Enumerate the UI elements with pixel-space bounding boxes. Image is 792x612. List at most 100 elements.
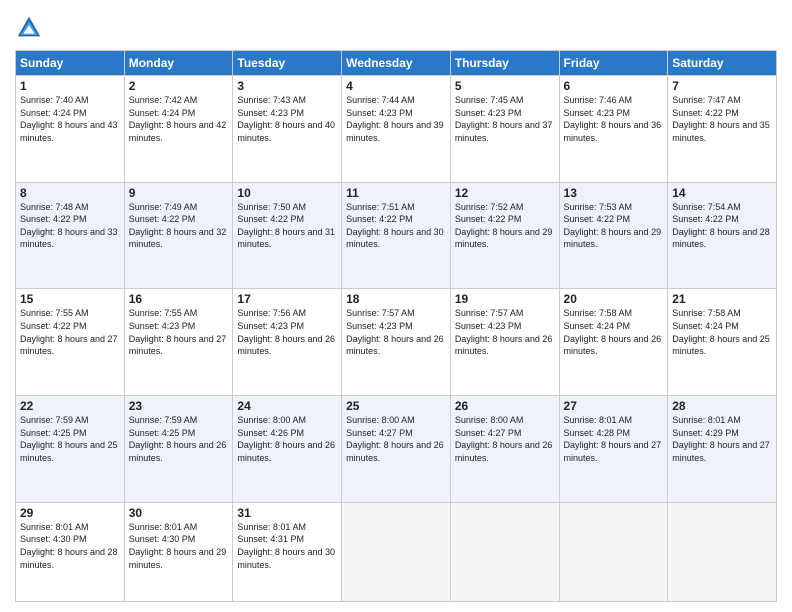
calendar-cell: 28Sunrise: 8:01 AMSunset: 4:29 PMDayligh… <box>668 396 777 503</box>
calendar-week-row: 22Sunrise: 7:59 AMSunset: 4:25 PMDayligh… <box>16 396 777 503</box>
day-number: 5 <box>455 79 555 93</box>
day-detail: Sunrise: 7:53 AMSunset: 4:22 PMDaylight:… <box>564 201 664 251</box>
day-number: 8 <box>20 186 120 200</box>
calendar-cell: 29Sunrise: 8:01 AMSunset: 4:30 PMDayligh… <box>16 502 125 601</box>
calendar-header-tuesday: Tuesday <box>233 51 342 76</box>
day-detail: Sunrise: 7:42 AMSunset: 4:24 PMDaylight:… <box>129 94 229 144</box>
day-number: 9 <box>129 186 229 200</box>
calendar-cell: 9Sunrise: 7:49 AMSunset: 4:22 PMDaylight… <box>124 182 233 289</box>
calendar-cell: 27Sunrise: 8:01 AMSunset: 4:28 PMDayligh… <box>559 396 668 503</box>
calendar-header-monday: Monday <box>124 51 233 76</box>
day-detail: Sunrise: 8:00 AMSunset: 4:26 PMDaylight:… <box>237 414 337 464</box>
day-detail: Sunrise: 8:01 AMSunset: 4:31 PMDaylight:… <box>237 521 337 571</box>
day-detail: Sunrise: 7:59 AMSunset: 4:25 PMDaylight:… <box>20 414 120 464</box>
page: SundayMondayTuesdayWednesdayThursdayFrid… <box>0 0 792 612</box>
calendar-cell: 11Sunrise: 7:51 AMSunset: 4:22 PMDayligh… <box>342 182 451 289</box>
day-number: 13 <box>564 186 664 200</box>
calendar-cell: 5Sunrise: 7:45 AMSunset: 4:23 PMDaylight… <box>450 76 559 183</box>
calendar-cell <box>342 502 451 601</box>
day-detail: Sunrise: 8:00 AMSunset: 4:27 PMDaylight:… <box>346 414 446 464</box>
calendar-cell <box>668 502 777 601</box>
calendar-header-wednesday: Wednesday <box>342 51 451 76</box>
day-number: 3 <box>237 79 337 93</box>
calendar-cell: 13Sunrise: 7:53 AMSunset: 4:22 PMDayligh… <box>559 182 668 289</box>
calendar-cell: 8Sunrise: 7:48 AMSunset: 4:22 PMDaylight… <box>16 182 125 289</box>
calendar-cell: 20Sunrise: 7:58 AMSunset: 4:24 PMDayligh… <box>559 289 668 396</box>
calendar-week-row: 15Sunrise: 7:55 AMSunset: 4:22 PMDayligh… <box>16 289 777 396</box>
day-number: 21 <box>672 292 772 306</box>
calendar-cell: 24Sunrise: 8:00 AMSunset: 4:26 PMDayligh… <box>233 396 342 503</box>
calendar-cell: 6Sunrise: 7:46 AMSunset: 4:23 PMDaylight… <box>559 76 668 183</box>
day-detail: Sunrise: 7:57 AMSunset: 4:23 PMDaylight:… <box>346 307 446 357</box>
day-detail: Sunrise: 7:46 AMSunset: 4:23 PMDaylight:… <box>564 94 664 144</box>
calendar-cell: 30Sunrise: 8:01 AMSunset: 4:30 PMDayligh… <box>124 502 233 601</box>
day-detail: Sunrise: 7:59 AMSunset: 4:25 PMDaylight:… <box>129 414 229 464</box>
calendar-week-row: 29Sunrise: 8:01 AMSunset: 4:30 PMDayligh… <box>16 502 777 601</box>
calendar-cell: 23Sunrise: 7:59 AMSunset: 4:25 PMDayligh… <box>124 396 233 503</box>
day-detail: Sunrise: 7:50 AMSunset: 4:22 PMDaylight:… <box>237 201 337 251</box>
day-detail: Sunrise: 7:44 AMSunset: 4:23 PMDaylight:… <box>346 94 446 144</box>
day-number: 1 <box>20 79 120 93</box>
logo-icon <box>15 14 43 42</box>
day-detail: Sunrise: 7:54 AMSunset: 4:22 PMDaylight:… <box>672 201 772 251</box>
calendar-cell: 22Sunrise: 7:59 AMSunset: 4:25 PMDayligh… <box>16 396 125 503</box>
calendar-header-friday: Friday <box>559 51 668 76</box>
header <box>15 10 777 42</box>
calendar-cell: 4Sunrise: 7:44 AMSunset: 4:23 PMDaylight… <box>342 76 451 183</box>
calendar-cell: 2Sunrise: 7:42 AMSunset: 4:24 PMDaylight… <box>124 76 233 183</box>
calendar-cell: 12Sunrise: 7:52 AMSunset: 4:22 PMDayligh… <box>450 182 559 289</box>
day-number: 17 <box>237 292 337 306</box>
calendar-table: SundayMondayTuesdayWednesdayThursdayFrid… <box>15 50 777 602</box>
day-detail: Sunrise: 7:56 AMSunset: 4:23 PMDaylight:… <box>237 307 337 357</box>
day-detail: Sunrise: 7:51 AMSunset: 4:22 PMDaylight:… <box>346 201 446 251</box>
calendar-cell: 26Sunrise: 8:00 AMSunset: 4:27 PMDayligh… <box>450 396 559 503</box>
day-detail: Sunrise: 7:58 AMSunset: 4:24 PMDaylight:… <box>672 307 772 357</box>
calendar-header-row: SundayMondayTuesdayWednesdayThursdayFrid… <box>16 51 777 76</box>
calendar-cell: 3Sunrise: 7:43 AMSunset: 4:23 PMDaylight… <box>233 76 342 183</box>
day-detail: Sunrise: 8:01 AMSunset: 4:29 PMDaylight:… <box>672 414 772 464</box>
day-number: 19 <box>455 292 555 306</box>
day-number: 30 <box>129 506 229 520</box>
day-detail: Sunrise: 8:01 AMSunset: 4:28 PMDaylight:… <box>564 414 664 464</box>
calendar-header-thursday: Thursday <box>450 51 559 76</box>
day-number: 29 <box>20 506 120 520</box>
calendar-cell: 1Sunrise: 7:40 AMSunset: 4:24 PMDaylight… <box>16 76 125 183</box>
day-number: 4 <box>346 79 446 93</box>
day-number: 24 <box>237 399 337 413</box>
calendar-cell: 19Sunrise: 7:57 AMSunset: 4:23 PMDayligh… <box>450 289 559 396</box>
day-number: 28 <box>672 399 772 413</box>
day-detail: Sunrise: 7:57 AMSunset: 4:23 PMDaylight:… <box>455 307 555 357</box>
calendar-cell: 16Sunrise: 7:55 AMSunset: 4:23 PMDayligh… <box>124 289 233 396</box>
day-detail: Sunrise: 8:01 AMSunset: 4:30 PMDaylight:… <box>129 521 229 571</box>
day-number: 12 <box>455 186 555 200</box>
day-detail: Sunrise: 8:01 AMSunset: 4:30 PMDaylight:… <box>20 521 120 571</box>
day-number: 18 <box>346 292 446 306</box>
day-number: 6 <box>564 79 664 93</box>
day-detail: Sunrise: 7:55 AMSunset: 4:23 PMDaylight:… <box>129 307 229 357</box>
day-number: 11 <box>346 186 446 200</box>
calendar-cell: 21Sunrise: 7:58 AMSunset: 4:24 PMDayligh… <box>668 289 777 396</box>
day-number: 22 <box>20 399 120 413</box>
day-detail: Sunrise: 8:00 AMSunset: 4:27 PMDaylight:… <box>455 414 555 464</box>
calendar-cell: 25Sunrise: 8:00 AMSunset: 4:27 PMDayligh… <box>342 396 451 503</box>
day-detail: Sunrise: 7:40 AMSunset: 4:24 PMDaylight:… <box>20 94 120 144</box>
calendar-cell: 17Sunrise: 7:56 AMSunset: 4:23 PMDayligh… <box>233 289 342 396</box>
day-number: 31 <box>237 506 337 520</box>
calendar-week-row: 8Sunrise: 7:48 AMSunset: 4:22 PMDaylight… <box>16 182 777 289</box>
logo <box>15 14 47 42</box>
day-detail: Sunrise: 7:43 AMSunset: 4:23 PMDaylight:… <box>237 94 337 144</box>
calendar-header-saturday: Saturday <box>668 51 777 76</box>
day-detail: Sunrise: 7:45 AMSunset: 4:23 PMDaylight:… <box>455 94 555 144</box>
calendar-header-sunday: Sunday <box>16 51 125 76</box>
day-number: 10 <box>237 186 337 200</box>
day-number: 2 <box>129 79 229 93</box>
day-number: 23 <box>129 399 229 413</box>
day-detail: Sunrise: 7:47 AMSunset: 4:22 PMDaylight:… <box>672 94 772 144</box>
calendar-cell: 10Sunrise: 7:50 AMSunset: 4:22 PMDayligh… <box>233 182 342 289</box>
calendar-cell: 15Sunrise: 7:55 AMSunset: 4:22 PMDayligh… <box>16 289 125 396</box>
day-number: 16 <box>129 292 229 306</box>
day-detail: Sunrise: 7:49 AMSunset: 4:22 PMDaylight:… <box>129 201 229 251</box>
calendar-cell <box>559 502 668 601</box>
calendar-cell: 14Sunrise: 7:54 AMSunset: 4:22 PMDayligh… <box>668 182 777 289</box>
calendar-cell: 7Sunrise: 7:47 AMSunset: 4:22 PMDaylight… <box>668 76 777 183</box>
